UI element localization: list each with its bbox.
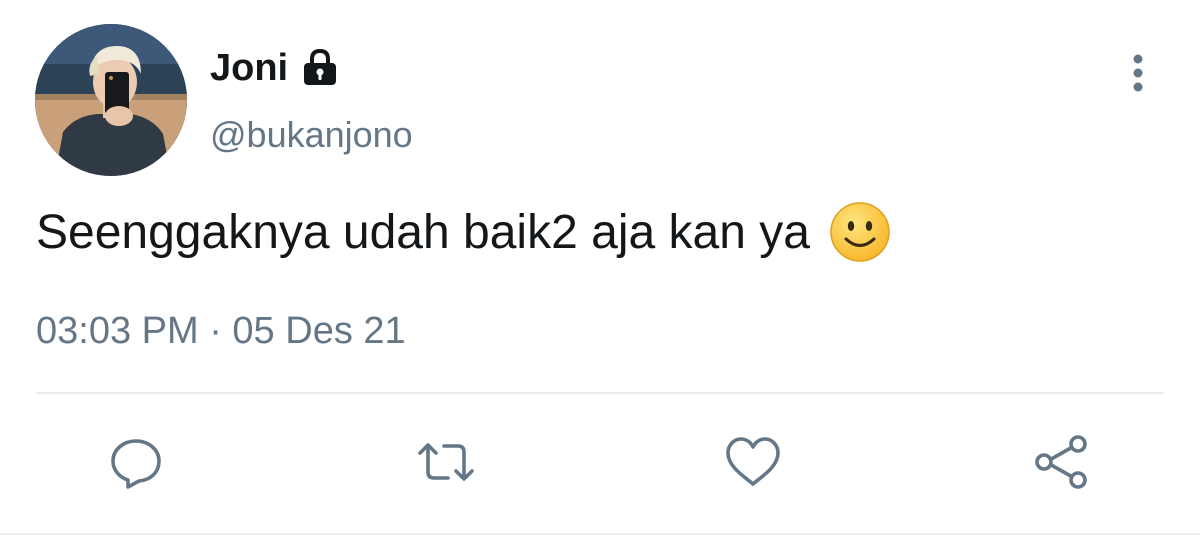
display-name-row: Joni (210, 44, 342, 92)
tweet-timestamp[interactable]: 03:03 PM · 05 Des 21 (36, 310, 406, 353)
tweet-text: Seenggaknya udah baik2 aja kan ya (36, 205, 810, 259)
avatar-image (35, 24, 187, 176)
retweet-button[interactable] (416, 432, 476, 492)
reply-icon (111, 439, 161, 489)
heart-icon (726, 437, 780, 486)
tweet-card: Joni @bukanjono Seenggaknya udah baik2 a… (0, 0, 1200, 551)
share-button[interactable] (1032, 432, 1092, 492)
divider (36, 392, 1164, 394)
slightly-smiling-face-icon (828, 200, 892, 264)
display-name[interactable]: Joni (210, 47, 288, 90)
retweet-icon (418, 443, 474, 481)
lock-icon (298, 46, 342, 90)
bottom-border (0, 533, 1200, 535)
share-icon (1035, 435, 1087, 489)
tweet-text-row: Seenggaknya udah baik2 aja kan ya (36, 200, 892, 264)
avatar[interactable] (35, 24, 187, 176)
like-button[interactable] (723, 432, 783, 492)
username-handle[interactable]: @bukanjono (210, 114, 413, 156)
reply-button[interactable] (106, 432, 166, 492)
more-vertical-icon[interactable] (1120, 50, 1156, 96)
